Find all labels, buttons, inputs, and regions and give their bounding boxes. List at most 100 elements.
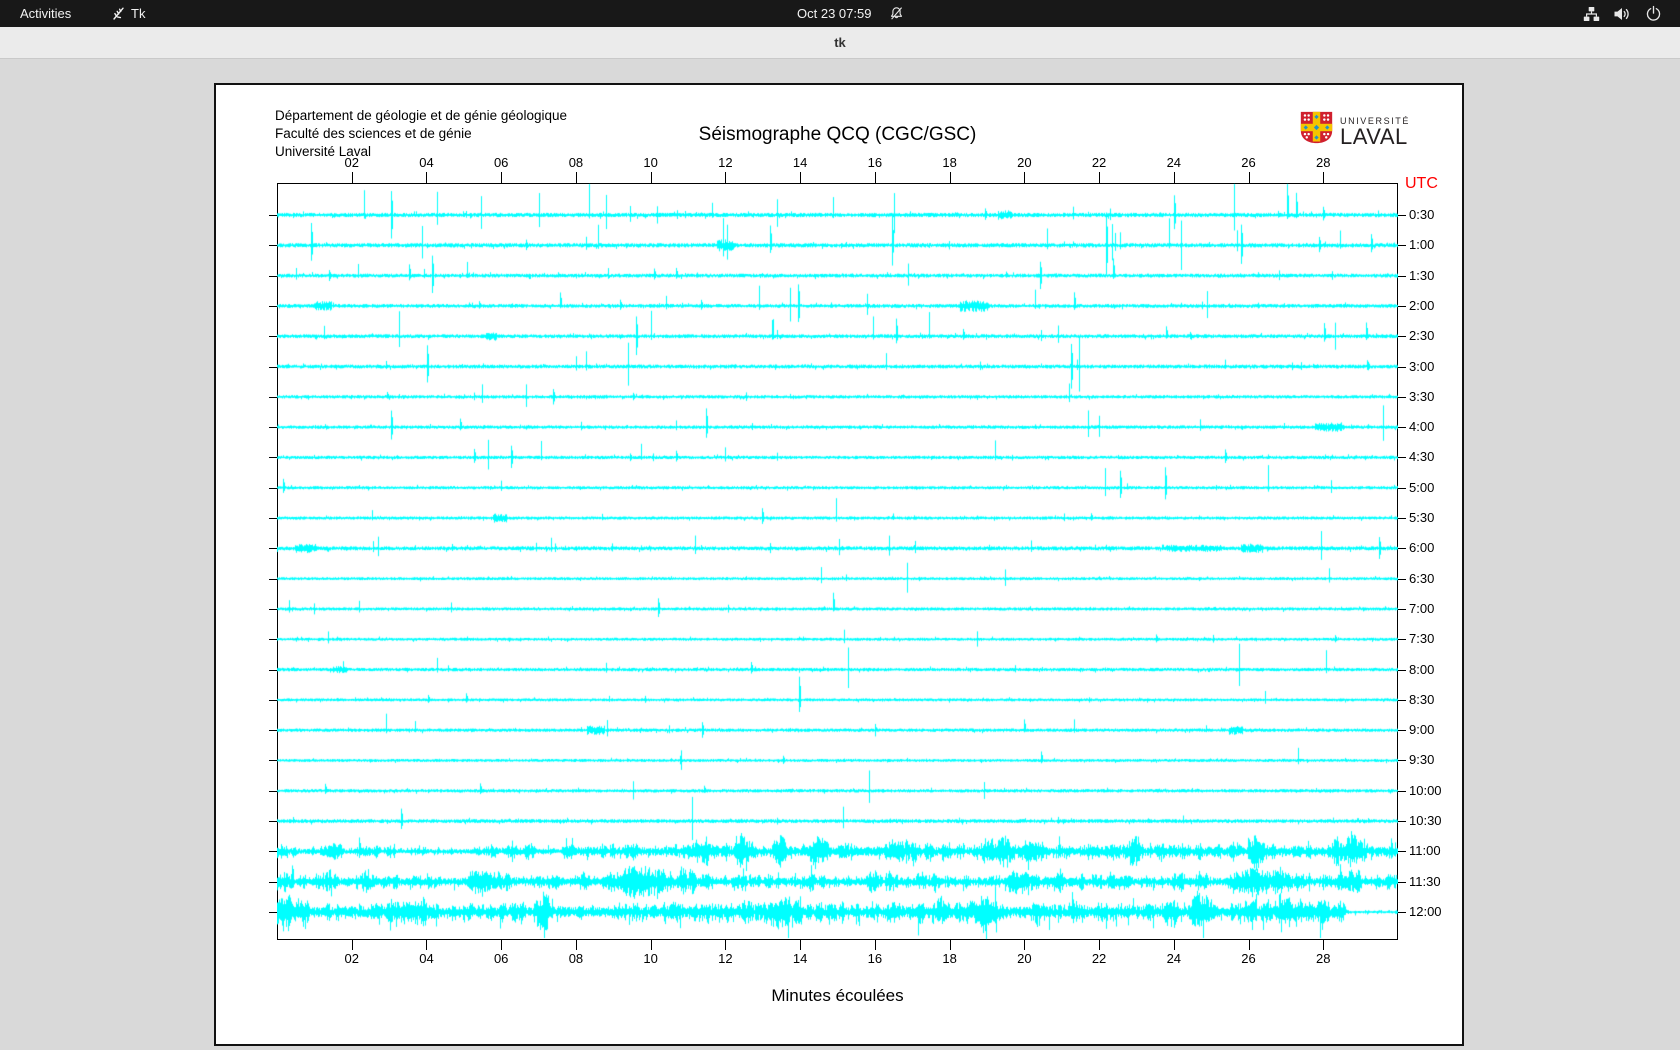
x-tick-label-bottom: 06 [485, 951, 517, 966]
y-tick-label: 7:30 [1409, 631, 1434, 646]
y-tick-mark-left [269, 457, 277, 458]
y-tick-label: 6:30 [1409, 571, 1434, 586]
activities-label: Activities [20, 6, 71, 21]
x-tick-mark-top [1249, 172, 1250, 183]
y-tick-mark-left [269, 518, 277, 519]
y-tick-label: 1:00 [1409, 237, 1434, 252]
y-tick-mark-right [1398, 367, 1406, 368]
x-tick-label-bottom: 02 [336, 951, 368, 966]
y-tick-mark-left [269, 851, 277, 852]
y-tick-mark-right [1398, 518, 1406, 519]
y-tick-label: 5:30 [1409, 510, 1434, 525]
y-tick-label: 10:00 [1409, 783, 1442, 798]
y-tick-mark-right [1398, 791, 1406, 792]
x-tick-label-top: 18 [934, 155, 966, 170]
y-tick-mark-left [269, 670, 277, 671]
y-tick-label: 6:00 [1409, 540, 1434, 555]
seismograph-canvas-area: Département de géologie et de génie géol… [216, 85, 1462, 1044]
seismograph-window: Département de géologie et de génie géol… [214, 83, 1464, 1046]
x-tick-label-top: 22 [1083, 155, 1115, 170]
x-tick-mark-bottom [576, 940, 577, 950]
x-tick-mark-bottom [352, 940, 353, 950]
logo-shield-icon [1300, 111, 1333, 147]
y-tick-mark-right [1398, 670, 1406, 671]
x-tick-label-bottom: 22 [1083, 951, 1115, 966]
y-tick-mark-right [1398, 336, 1406, 337]
x-tick-label-top: 14 [784, 155, 816, 170]
x-tick-label-top: 24 [1158, 155, 1190, 170]
x-tick-mark-bottom [725, 940, 726, 950]
logo-wordmark: UNIVERSITÉ LAVAL [1340, 111, 1410, 147]
x-tick-mark-top [426, 172, 427, 183]
y-tick-mark-left [269, 791, 277, 792]
y-tick-mark-left [269, 245, 277, 246]
x-tick-label-top: 16 [859, 155, 891, 170]
y-tick-label: 5:00 [1409, 480, 1434, 495]
app-menu-tk[interactable]: Tk [112, 0, 145, 27]
x-tick-mark-top [1099, 172, 1100, 183]
volume-icon[interactable] [1613, 0, 1631, 27]
network-icon[interactable] [1583, 0, 1600, 27]
y-tick-mark-left [269, 882, 277, 883]
x-tick-mark-bottom [1099, 940, 1100, 950]
activities-button[interactable]: Activities [20, 0, 71, 27]
y-tick-mark-right [1398, 851, 1406, 852]
x-tick-label-top: 12 [709, 155, 741, 170]
y-tick-label: 8:00 [1409, 662, 1434, 677]
x-tick-label-bottom: 14 [784, 951, 816, 966]
y-tick-label: 10:30 [1409, 813, 1442, 828]
y-tick-mark-right [1398, 821, 1406, 822]
x-tick-mark-bottom [1249, 940, 1250, 950]
x-tick-mark-bottom [800, 940, 801, 950]
x-tick-mark-bottom [1024, 940, 1025, 950]
x-tick-label-bottom: 18 [934, 951, 966, 966]
plot-title: Séismographe QCQ (CGC/GSC) [277, 124, 1398, 146]
x-tick-label-bottom: 20 [1008, 951, 1040, 966]
x-tick-mark-top [651, 172, 652, 183]
y-tick-mark-left [269, 336, 277, 337]
y-tick-mark-right [1398, 760, 1406, 761]
x-tick-mark-top [352, 172, 353, 183]
power-icon[interactable] [1645, 0, 1662, 27]
x-tick-label-bottom: 24 [1158, 951, 1190, 966]
x-tick-mark-top [725, 172, 726, 183]
y-tick-mark-right [1398, 912, 1406, 913]
y-tick-mark-right [1398, 306, 1406, 307]
y-tick-mark-right [1398, 700, 1406, 701]
y-tick-mark-left [269, 579, 277, 580]
y-tick-mark-left [269, 912, 277, 913]
y-tick-label: 7:00 [1409, 601, 1434, 616]
y-tick-mark-left [269, 367, 277, 368]
y-tick-mark-left [269, 639, 277, 640]
y-tick-mark-right [1398, 215, 1406, 216]
y-tick-mark-left [269, 397, 277, 398]
y-tick-label: 2:30 [1409, 328, 1434, 343]
x-tick-label-top: 28 [1307, 155, 1339, 170]
y-tick-mark-right [1398, 488, 1406, 489]
y-tick-mark-left [269, 306, 277, 307]
x-tick-label-top: 06 [485, 155, 517, 170]
x-tick-mark-bottom [501, 940, 502, 950]
x-tick-mark-bottom [1174, 940, 1175, 950]
x-tick-mark-top [1024, 172, 1025, 183]
x-tick-label-top: 10 [635, 155, 667, 170]
y-tick-label: 3:30 [1409, 389, 1434, 404]
y-tick-mark-left [269, 760, 277, 761]
y-tick-mark-right [1398, 639, 1406, 640]
x-tick-label-bottom: 16 [859, 951, 891, 966]
header-line-1: Département de géologie et de génie géol… [275, 107, 567, 126]
y-tick-label: 11:30 [1409, 874, 1441, 889]
x-tick-mark-bottom [1323, 940, 1324, 950]
y-tick-label: 12:00 [1409, 904, 1442, 919]
y-tick-mark-right [1398, 427, 1406, 428]
window-title-bar: tk [0, 27, 1680, 59]
y-tick-label: 8:30 [1409, 692, 1434, 707]
clock-button[interactable]: Oct 23 07:59 [797, 0, 904, 27]
y-tick-label: 4:30 [1409, 449, 1434, 464]
x-tick-label-bottom: 12 [709, 951, 741, 966]
y-tick-label: 2:00 [1409, 298, 1434, 313]
y-tick-mark-right [1398, 548, 1406, 549]
y-tick-mark-left [269, 730, 277, 731]
y-tick-label: 9:30 [1409, 752, 1434, 767]
x-tick-mark-top [950, 172, 951, 183]
